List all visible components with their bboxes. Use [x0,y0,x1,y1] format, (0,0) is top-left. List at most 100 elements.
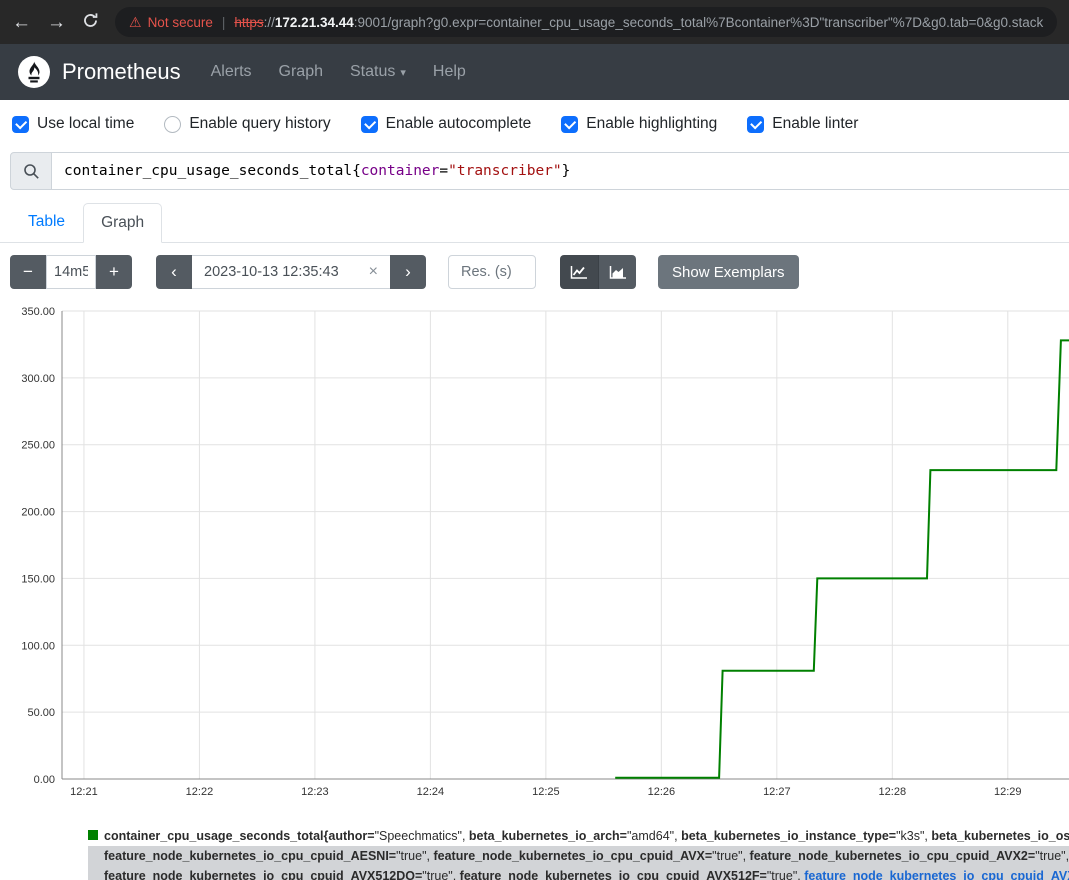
line-chart-icon [570,265,588,280]
legend: container_cpu_usage_seconds_total{author… [88,826,1069,880]
nav-status-label: Status [350,63,395,81]
chart-type-toggle-group [560,255,636,289]
clear-datetime-icon[interactable]: × [369,263,378,281]
datetime-group: ‹ 2023-10-13 12:35:43 × › [156,255,426,289]
url-bar[interactable]: ⚠ Not secure | https :// 172.21.34.44 :9… [115,7,1057,37]
back-icon[interactable]: ← [12,13,31,32]
option-enable-linter[interactable]: Enable linter [747,115,858,133]
checkbox-checked-icon[interactable] [561,116,578,133]
query-input[interactable]: container_cpu_usage_seconds_total{contai… [52,152,1069,190]
url-host: 172.21.34.44 [275,15,354,30]
legend-text-segment: "amd64" [627,829,674,843]
legend-text-segment: feature_node_kubernetes_io_cpu_cpuid_AVX… [104,869,422,880]
not-secure-label: Not secure [148,15,213,30]
query-token-label: container [361,163,440,179]
query-token-punct: = [439,163,448,179]
prometheus-logo-icon[interactable] [18,56,50,88]
reload-icon[interactable] [82,12,99,33]
tab-table[interactable]: Table [10,202,83,242]
x-tick-label: 12:28 [879,786,907,798]
legend-text-segment: "true" [767,869,797,880]
tab-graph[interactable]: Graph [83,203,162,243]
url-divider: | [222,15,226,30]
legend-text-segment: , [462,829,469,843]
legend-text-segment: , [1066,849,1069,863]
legend-text-segment: container_cpu_usage_seconds_total{ [104,829,328,843]
datetime-value: 2023-10-13 12:35:43 [204,264,339,280]
nav-status[interactable]: Status ▾ [350,63,406,81]
x-tick-label: 12:26 [648,786,676,798]
graph-svg[interactable]: 0.0050.00100.00150.00200.00250.00300.003… [0,301,1069,801]
url-scheme: https [234,15,263,30]
time-forward-button[interactable]: › [390,255,426,289]
legend-text-segment: beta_kubernetes_io_os= [931,829,1069,843]
legend-text-segment: , [743,849,750,863]
show-exemplars-button[interactable]: Show Exemplars [658,255,799,289]
option-enable-highlighting[interactable]: Enable highlighting [561,115,717,133]
y-tick-label: 300.00 [21,373,55,385]
query-search-addon [10,152,52,190]
option-label: Enable query history [189,115,330,133]
option-use-local-time[interactable]: Use local time [12,115,134,133]
time-back-button[interactable]: ‹ [156,255,192,289]
legend-text-segment: , [453,869,460,880]
brand-title[interactable]: Prometheus [62,59,181,85]
y-tick-label: 150.00 [21,573,55,585]
legend-swatch[interactable] [88,830,98,840]
y-tick-label: 0.00 [34,774,55,786]
duration-input[interactable] [46,255,96,289]
legend-text-segment: "true" [712,849,742,863]
search-icon [23,163,40,180]
legend-line: feature_node_kubernetes_io_cpu_cpuid_AVX… [88,866,1069,880]
legend-text-segment: feature_node_kubernetes_io_cpu_cpuid_AVX… [804,869,1069,880]
legend-text-segment: "true" [1035,849,1065,863]
legend-text-segment: feature_node_kubernetes_io_cpu_cpuid_AVX… [750,849,1036,863]
y-tick-label: 50.00 [27,707,55,719]
option-label: Enable autocomplete [386,115,532,133]
query-token-punct: { [352,163,361,179]
legend-text-segment: beta_kubernetes_io_arch= [469,829,627,843]
legend-text-segment: "k3s" [896,829,924,843]
chevron-down-icon: ▾ [400,66,406,79]
option-enable-query-history[interactable]: Enable query history [164,115,330,133]
prometheus-navbar: Prometheus Alerts Graph Status ▾ Help [0,44,1069,100]
legend-text-segment: author= [328,829,374,843]
legend-text-segment: "true" [422,869,452,880]
x-tick-label: 12:25 [532,786,560,798]
legend-text-segment: feature_node_kubernetes_io_cpu_cpuid_AVX… [433,849,712,863]
warning-icon: ⚠ [129,14,142,31]
duration-group: − + [10,255,132,289]
nav-graph[interactable]: Graph [279,63,323,81]
option-enable-autocomplete[interactable]: Enable autocomplete [361,115,532,133]
nav-help[interactable]: Help [433,63,466,81]
graph-controls: − + ‹ 2023-10-13 12:35:43 × › Show Exemp… [10,255,1059,289]
legend-text-segment: feature_node_kubernetes_io_cpu_cpuid_AVX… [460,869,767,880]
checkbox-checked-icon[interactable] [747,116,764,133]
checkbox-unchecked-icon[interactable] [164,116,181,133]
resolution-input[interactable] [448,255,536,289]
line-chart-toggle-button[interactable] [560,255,598,289]
url-scheme-separator: :// [264,15,275,30]
duration-increase-button[interactable]: + [96,255,132,289]
stacked-chart-icon [609,265,627,280]
option-label: Enable linter [772,115,858,133]
url-path: :9001/graph?g0.expr=container_cpu_usage_… [354,15,1044,30]
graph-panel[interactable]: 0.0050.00100.00150.00200.00250.00300.003… [0,301,1069,806]
y-tick-label: 200.00 [21,507,55,519]
x-tick-label: 12:29 [994,786,1022,798]
nav-alerts[interactable]: Alerts [211,63,252,81]
datetime-input[interactable]: 2023-10-13 12:35:43 × [192,255,390,289]
legend-line: container_cpu_usage_seconds_total{author… [88,826,1069,846]
options-row: Use local time Enable query history Enable… [0,100,1069,142]
checkbox-checked-icon[interactable] [361,116,378,133]
legend-text-segment: "true" [396,849,426,863]
forward-icon[interactable]: → [47,13,66,32]
legend-line: feature_node_kubernetes_io_cpu_cpuid_AES… [88,846,1069,866]
stacked-chart-toggle-button[interactable] [598,255,636,289]
tab-bar: Table Graph [0,202,1069,243]
x-tick-label: 12:21 [70,786,98,798]
duration-decrease-button[interactable]: − [10,255,46,289]
y-tick-label: 350.00 [21,306,55,318]
checkbox-checked-icon[interactable] [12,116,29,133]
legend-text-segment: feature_node_kubernetes_io_cpu_cpuid_AES… [104,849,396,863]
